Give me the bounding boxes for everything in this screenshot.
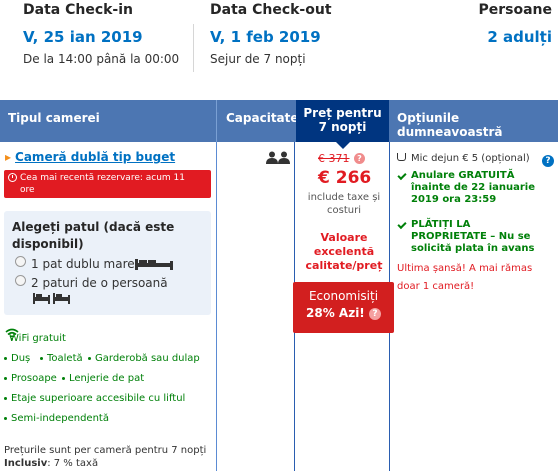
free-cancellation-line3: 2019 ora 23:59 <box>411 194 497 205</box>
bullet-icon <box>4 416 7 420</box>
price-note-bold: Inclusiv <box>4 458 48 469</box>
price-note-line1: Prețurile sunt per cameră pentru 7 nopți <box>4 445 207 456</box>
free-cancellation-line1: Anulare GRATUITĂ <box>411 170 515 181</box>
guests-value[interactable]: 2 adulți <box>487 28 552 46</box>
pay-at-property-line1: PLĂTIȚI LA <box>411 219 471 230</box>
taxes-included: include taxe și costuri <box>307 192 381 216</box>
divider <box>193 24 194 72</box>
facility-item: Etaje superioare accesibile cu liftul <box>4 393 185 404</box>
bed-option-twin-label[interactable]: 2 paturi de o persoană <box>31 276 168 290</box>
bullet-icon <box>4 376 7 380</box>
checkin-label: Data Check-in <box>23 2 134 18</box>
checkin-hours: De la 14:00 până la 00:00 <box>23 52 180 66</box>
bed-choice-box: Alegeți patul (dacă este disponibil) 1 p… <box>4 211 211 315</box>
savings-line2: 28% Azi! ? <box>293 305 394 322</box>
facility-text: Lenjerie de pat <box>69 373 145 384</box>
info-icon[interactable]: ? <box>542 155 554 167</box>
price-note-line2: Inclusiv: 7 % taxă <box>4 457 206 470</box>
guests-label: Persoane <box>478 2 552 18</box>
facility-text: Etaje superioare accesibile cu liftul <box>11 393 186 404</box>
bullet-icon <box>4 396 7 400</box>
bullet-icon <box>88 356 91 360</box>
header-options: Opțiunile dumneavoastră <box>397 111 503 139</box>
two-persons-icon <box>266 151 290 164</box>
alarm-clock-icon <box>8 173 17 182</box>
original-price: € 371 <box>318 152 350 165</box>
breakfast-option: Mic dejun € 5 (opțional) <box>411 153 530 164</box>
coffee-cup-icon <box>397 153 406 161</box>
room-title-text: Cameră dublă tip buget <box>15 150 176 164</box>
stay-length: Sejur de 7 nopți <box>210 52 306 66</box>
bullet-icon <box>62 376 65 380</box>
checkin-date[interactable]: V, 25 ian 2019 <box>23 28 143 46</box>
facility-text: Prosoape <box>11 373 57 384</box>
free-cancellation: Anulare GRATUITĂ înainte de 22 ianuarie … <box>411 170 535 206</box>
room-title-link[interactable]: ▸ Cameră dublă tip buget <box>5 150 175 164</box>
bed-choice-heading: Alegeți patul (dacă este disponibil) <box>12 220 175 251</box>
bullet-icon <box>4 356 7 360</box>
header-capacity: Capacitate <box>226 111 299 125</box>
double-bed-icon <box>135 259 173 270</box>
facility-wifi: WiFi gratuit <box>9 333 66 344</box>
facility-text: Toaletă <box>47 353 83 364</box>
check-icon <box>397 219 407 230</box>
savings-line1: Economisiți <box>308 289 379 303</box>
header-price-line2: 7 nopți <box>318 120 367 134</box>
bullet-icon <box>40 356 43 360</box>
bed-option-double-label[interactable]: 1 pat dublu mare <box>31 257 135 271</box>
check-icon <box>397 170 407 181</box>
checkout-label: Data Check-out <box>210 2 332 18</box>
help-icon[interactable]: ? <box>368 308 381 320</box>
savings-percent: 28% Azi! <box>306 306 365 320</box>
facility-text: Garderobă sau dulap <box>95 353 200 364</box>
recent-booking-line2: ore <box>20 185 35 195</box>
facility-item: Lenjerie de pat <box>62 373 144 384</box>
header-room-type: Tipul camerei <box>8 111 100 125</box>
last-chance-notice: Ultima șansă! A mai rămas doar 1 cameră! <box>397 263 533 292</box>
facility-text: Semi-independentă <box>11 413 109 424</box>
facility-item: Garderobă sau dulap <box>88 353 200 364</box>
help-icon[interactable]: ? <box>354 153 365 164</box>
discounted-price: € 266 <box>318 168 372 188</box>
pay-at-property-line2: PROPRIETATE – Nu se <box>411 231 531 242</box>
facility-item: Semi-independentă <box>4 413 109 424</box>
facility-item: Duș <box>4 353 30 364</box>
price-note-rest: : 7 % taxă <box>47 458 99 469</box>
great-value-tag: Valoare excelentă calitate/preț <box>305 231 383 272</box>
bed-option-radio-double[interactable] <box>15 256 26 267</box>
column-divider <box>216 142 217 471</box>
free-cancellation-line2: înainte de 22 ianuarie <box>411 182 536 193</box>
bed-option-radio-twin[interactable] <box>15 275 26 286</box>
caret-right-icon: ▸ <box>5 150 12 164</box>
single-beds-icon <box>33 293 70 304</box>
header-price: Preț pentru 7 nopți <box>296 100 389 149</box>
header-price-line1: Preț pentru <box>303 106 382 120</box>
room-table-header: Tipul camerei Capacitate Preț pentru 7 n… <box>0 100 558 149</box>
recent-booking-banner: Cea mai recentă rezervare: acum 11 ore <box>4 170 211 198</box>
facility-item: Toaletă <box>40 353 83 364</box>
savings-badge: Economisiți 28% Azi! ? <box>293 282 394 333</box>
header-divider <box>216 100 217 142</box>
checkout-date[interactable]: V, 1 feb 2019 <box>210 28 321 46</box>
stay-summary: Data Check-in V, 25 ian 2019 De la 14:00… <box>0 0 558 100</box>
facility-text: Duș <box>11 353 31 364</box>
pay-at-property-line3: solicită plata în avans <box>411 243 535 254</box>
price-note: Prețurile sunt per cameră pentru 7 nopți… <box>4 444 206 470</box>
facility-item: Prosoape <box>4 373 57 384</box>
pay-at-property: PLĂTIȚI LA PROPRIETATE – Nu se solicită … <box>411 219 535 255</box>
recent-booking-line1: Cea mai recentă rezervare: acum 11 <box>20 173 185 183</box>
